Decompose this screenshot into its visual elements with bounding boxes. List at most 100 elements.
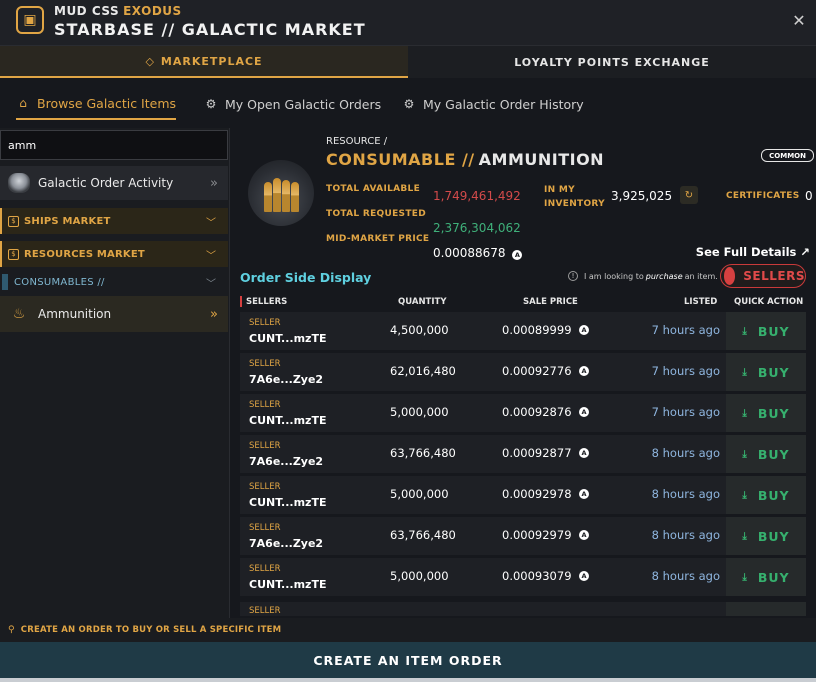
sale-price: 0.00092877 [502,446,572,460]
ammunition-icon: ♨ [12,306,26,322]
hint-text: CREATE AN ORDER TO BUY OR SELL A SPECIFI… [20,625,282,635]
sale-price: 0.00092876 [502,405,572,419]
seller-tag: SELLER [249,318,281,328]
tab-browse-items[interactable]: ⌂ Browse Galactic Items [16,88,177,120]
info-prefix: I am looking to [584,271,644,281]
gear-icon: ⚙ [403,97,415,111]
seller-tag: SELLER [249,359,281,369]
chevron-down-icon: ﹀ [206,217,216,229]
orders-table-header: SELLERS QUANTITY SALE PRICE LISTED QUICK… [240,296,806,310]
buy-button[interactable]: ⤓ BUY [726,476,806,514]
sidebar-item-label: Ammunition [38,307,112,321]
listed-time: 8 hours ago [651,528,720,542]
create-item-order-button[interactable]: CREATE AN ITEM ORDER [0,642,816,678]
category-marker [2,274,8,290]
mid-price-value: 0.00088678 A [433,246,523,260]
search-input[interactable] [0,130,228,160]
sidebar: Galactic Order Activity » $ SHIPS MARKET… [0,128,230,618]
sellers-toggle[interactable]: SELLERS [720,264,806,288]
buy-button[interactable]: ⤓ BUY [726,558,806,596]
table-row: SELLER [240,602,806,616]
chevron-down-icon: ﹀ [206,250,216,262]
see-full-details-link[interactable]: See Full Details ↗ [696,245,810,259]
create-order-hint: ⚲ CREATE AN ORDER TO BUY OR SELL A SPECI… [0,618,816,642]
ammunition-thumbnail [248,160,314,226]
seller-name: CUNT...mzTE [249,496,327,509]
market-icon: $ [8,248,19,260]
listed-time: 8 hours ago [651,487,720,501]
buy-label: BUY [757,446,790,462]
inventory-value: 3,925,025 [611,189,673,203]
mid-price-label: MID-MARKET PRICE [326,234,430,244]
top-tabs: ◇ MARKETPLACE LOYALTY POINTS EXCHANGE [0,46,816,78]
quantity: 5,000,000 [390,405,449,419]
chevron-right-icon: » [210,306,218,322]
sidebar-item-order-activity[interactable]: Galactic Order Activity » [0,166,228,200]
buy-button[interactable]: ⤓ BUY [726,435,806,473]
buy-button[interactable]: ⤓ BUY [726,394,806,432]
home-icon: ⌂ [19,96,27,110]
buy-button[interactable]: ⤓ BUY [726,312,806,350]
tab-order-history[interactable]: ⚙ My Galactic Order History [402,88,584,120]
atlas-currency-icon: A [579,530,589,540]
tag-icon: ⚲ [8,625,15,635]
info-icon: ! [568,271,578,281]
table-row: SELLER 7A6e...Zye2 63,766,480 0.00092877… [240,435,806,473]
sidebar-item-label: Galactic Order Activity [38,176,174,190]
tab-loyalty-points[interactable]: LOYALTY POINTS EXCHANGE [408,46,816,78]
sale-price: 0.00092776 [502,364,572,378]
certificates-value: 0 [805,189,813,203]
seller-tag: SELLER [249,482,281,492]
tab-marketplace-label: MARKETPLACE [160,54,263,68]
sidebar-item-resources-market[interactable]: $ RESOURCES MARKET ﹀ [0,241,228,267]
refresh-icon[interactable]: ↻ [680,186,698,204]
tab-open-orders-label: My Open Galactic Orders [225,96,382,112]
sell-marker [240,296,242,307]
buy-label: BUY [757,487,790,503]
buy-label: BUY [757,405,790,421]
bullet-shape [264,182,272,212]
buy-button[interactable] [726,602,806,616]
atlas-currency-icon: A [579,325,589,335]
total-requested-label: TOTAL REQUESTED [326,209,426,219]
seller-tag: SELLER [249,606,281,616]
seller-name: 7A6e...Zye2 [249,373,324,386]
tab-open-orders[interactable]: ⚙ My Open Galactic Orders [204,88,382,120]
buy-label: BUY [757,323,790,339]
buy-label: BUY [757,569,790,585]
tab-order-history-label: My Galactic Order History [423,96,584,112]
listed-time: 8 hours ago [651,446,720,460]
close-icon[interactable]: ✕ [790,12,808,30]
resource-category: CONSUMABLE // [326,150,475,169]
table-row: SELLER CUNT...mzTE 5,000,000 0.00092978 … [240,476,806,514]
gear-icon: ⚙ [205,97,217,111]
sale-price: 0.00093079 [502,569,572,583]
col-quantity: QUANTITY [398,297,447,307]
inventory-label-line: IN MY [544,185,575,195]
sidebar-item-ships-market[interactable]: $ SHIPS MARKET ﹀ [0,208,228,234]
sidebar-item-ammunition[interactable]: ♨ Ammunition » [0,296,228,332]
seller-name: CUNT...mzTE [249,578,327,591]
resource-name: AMMUNITION [478,150,605,169]
buy-button[interactable]: ⤓ BUY [726,517,806,555]
inventory-label: IN MY INVENTORY [544,183,605,211]
mid-price-number: 0.00088678 [433,246,506,260]
col-sellers: SELLERS [246,297,288,307]
buy-button[interactable]: ⤓ BUY [726,353,806,391]
bullet-shape [282,180,290,212]
download-icon: ⤓ [742,489,748,501]
seller-name: 7A6e...Zye2 [249,537,324,550]
inventory-label-line: INVENTORY [544,199,605,209]
sub-tabs: ⌂ Browse Galactic Items ⚙ My Open Galact… [0,88,816,122]
ship-icon [8,173,30,193]
sidebar-item-consumables[interactable]: CONSUMABLES // ﹀ [0,272,228,292]
listed-time: 8 hours ago [651,569,720,583]
atlas-currency-icon: A [579,571,589,581]
orders-table: SELLER CUNT...mzTE 4,500,000 0.00089999 … [240,312,806,616]
total-requested-value: 2,376,304,062 [433,221,521,235]
brand-primary: MUD CSS [54,4,120,18]
tab-marketplace[interactable]: ◇ MARKETPLACE [0,46,408,78]
download-icon: ⤓ [742,530,748,542]
download-icon: ⤓ [742,448,748,460]
sale-price: 0.00092979 [502,528,572,542]
